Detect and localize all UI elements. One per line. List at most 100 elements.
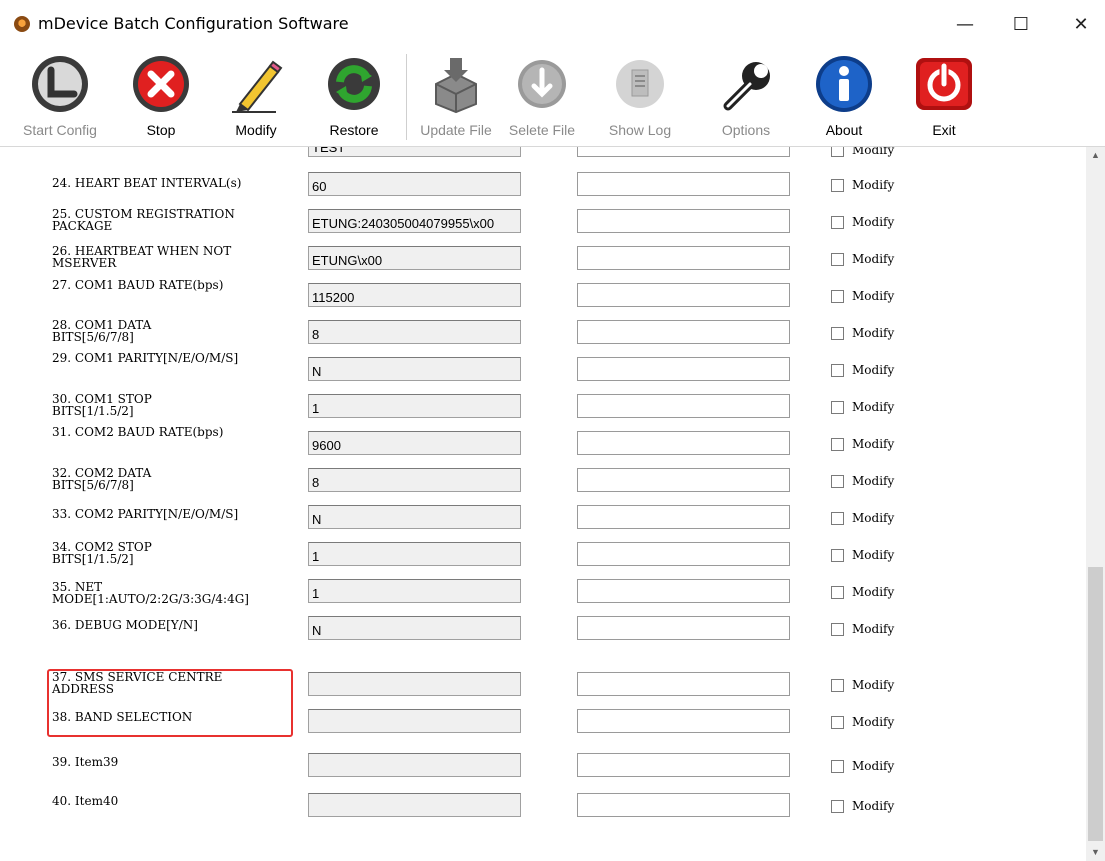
modify-button[interactable]: Modify — [220, 50, 292, 144]
start-config-button[interactable]: Start Config — [23, 50, 97, 144]
modify-checkbox-label: Modify — [852, 622, 895, 636]
modify-checkbox[interactable]: Modify — [831, 799, 894, 813]
current-value-field: 60 — [308, 172, 521, 196]
checkbox-box[interactable] — [831, 474, 844, 488]
modify-checkbox-label: Modify — [852, 759, 895, 773]
scroll-up-arrow[interactable]: ▲ — [1086, 147, 1105, 164]
modify-checkbox[interactable]: Modify — [831, 715, 894, 729]
new-value-input[interactable] — [577, 209, 790, 233]
new-value-input[interactable] — [577, 505, 790, 529]
vertical-scrollbar[interactable]: ▲ ▼ — [1086, 147, 1105, 861]
current-value-field — [308, 709, 521, 733]
toolbar-separator — [406, 54, 407, 140]
checkbox-box[interactable] — [831, 363, 844, 377]
modify-checkbox[interactable]: Modify — [831, 215, 894, 229]
row-label: 36. DEBUG MODE[Y/N] — [52, 618, 198, 632]
modify-checkbox-label: Modify — [852, 215, 895, 229]
about-button[interactable]: About — [808, 50, 880, 144]
new-value-input[interactable] — [577, 793, 790, 817]
checkbox-box[interactable] — [831, 759, 844, 773]
start-config-icon — [32, 56, 88, 112]
new-value-input[interactable] — [577, 753, 790, 777]
new-value-input[interactable] — [577, 172, 790, 196]
modify-checkbox[interactable]: Modify — [831, 585, 894, 599]
checkbox-box[interactable] — [831, 289, 844, 303]
row-label: 24. HEART BEAT INTERVAL(s) — [52, 176, 242, 190]
new-value-input[interactable] — [577, 147, 790, 157]
checkbox-box[interactable] — [831, 437, 844, 451]
new-value-input[interactable] — [577, 283, 790, 307]
checkbox-box[interactable] — [831, 511, 844, 525]
row-label: 26. HEARTBEAT WHEN NOT MSERVER — [52, 244, 232, 270]
checkbox-box[interactable] — [831, 252, 844, 266]
current-value-field: 1 — [308, 542, 521, 566]
checkbox-box[interactable] — [831, 622, 844, 636]
checkbox-box[interactable] — [831, 799, 844, 813]
new-value-input[interactable] — [577, 394, 790, 418]
current-value-field: N — [308, 505, 521, 529]
scroll-thumb[interactable] — [1088, 567, 1103, 841]
new-value-input[interactable] — [577, 431, 790, 455]
modify-checkbox[interactable]: Modify — [831, 678, 894, 692]
row-label: 27. COM1 BAUD RATE(bps) — [52, 278, 224, 292]
current-value-field: 9600 — [308, 431, 521, 455]
new-value-input[interactable] — [577, 542, 790, 566]
new-value-input[interactable] — [577, 616, 790, 640]
current-value-field: N — [308, 616, 521, 640]
checkbox-box[interactable] — [831, 326, 844, 340]
highlight-box — [47, 669, 293, 737]
close-button[interactable]: ✕ — [1058, 8, 1104, 40]
current-value-field: ETUNG\x00 — [308, 246, 521, 270]
current-value-field: ETUNG:240305004079955\x00 — [308, 209, 521, 233]
modify-checkbox[interactable]: Modify — [831, 147, 894, 157]
checkbox-box[interactable] — [831, 400, 844, 414]
restore-button[interactable]: Restore — [318, 50, 390, 144]
new-value-input[interactable] — [577, 246, 790, 270]
row-label: 28. COM1 DATA BITS[5/6/7/8] — [52, 318, 152, 344]
show-log-button[interactable]: Show Log — [604, 50, 676, 144]
checkbox-box[interactable] — [831, 715, 844, 729]
select-file-button[interactable]: Selete File — [506, 50, 578, 144]
new-value-input[interactable] — [577, 357, 790, 381]
maximize-button[interactable]: ☐ — [998, 8, 1044, 40]
current-value-field — [308, 753, 521, 777]
modify-checkbox[interactable]: Modify — [831, 437, 894, 451]
row-label: 29. COM1 PARITY[N/E/O/M/S] — [52, 351, 239, 365]
checkbox-box[interactable] — [831, 548, 844, 562]
stop-button[interactable]: Stop — [125, 50, 197, 144]
modify-checkbox-label: Modify — [852, 363, 895, 377]
current-value-field — [308, 672, 521, 696]
modify-checkbox[interactable]: Modify — [831, 759, 894, 773]
modify-checkbox[interactable]: Modify — [831, 548, 894, 562]
exit-button[interactable]: Exit — [908, 50, 980, 144]
checkbox-box[interactable] — [831, 585, 844, 599]
modify-checkbox[interactable]: Modify — [831, 252, 894, 266]
modify-checkbox[interactable]: Modify — [831, 622, 894, 636]
modify-checkbox[interactable]: Modify — [831, 289, 894, 303]
checkbox-box[interactable] — [831, 678, 844, 692]
update-file-button[interactable]: Update File — [420, 50, 492, 144]
new-value-input[interactable] — [577, 468, 790, 492]
checkbox-box[interactable] — [831, 178, 844, 192]
modify-checkbox[interactable]: Modify — [831, 326, 894, 340]
new-value-input[interactable] — [577, 579, 790, 603]
new-value-input[interactable] — [577, 672, 790, 696]
checkbox-box[interactable] — [831, 215, 844, 229]
new-value-input[interactable] — [577, 709, 790, 733]
row-label: 31. COM2 BAUD RATE(bps) — [52, 425, 224, 439]
options-button[interactable]: Options — [710, 50, 782, 144]
modify-checkbox[interactable]: Modify — [831, 178, 894, 192]
modify-checkbox[interactable]: Modify — [831, 363, 894, 377]
stop-icon — [133, 56, 189, 112]
scroll-down-arrow[interactable]: ▼ — [1086, 844, 1105, 861]
modify-checkbox[interactable]: Modify — [831, 400, 894, 414]
config-list[interactable]: TEST Modify 24. HEART BEAT INTERVAL(s) 60… — [0, 147, 1086, 861]
modify-checkbox[interactable]: Modify — [831, 474, 894, 488]
minimize-button[interactable]: — — [942, 8, 988, 40]
checkbox-box[interactable] — [831, 147, 844, 157]
show-log-label: Show Log — [608, 122, 672, 138]
app-icon — [14, 16, 30, 32]
row-label: 39. Item39 — [52, 755, 119, 769]
modify-checkbox[interactable]: Modify — [831, 511, 894, 525]
new-value-input[interactable] — [577, 320, 790, 344]
